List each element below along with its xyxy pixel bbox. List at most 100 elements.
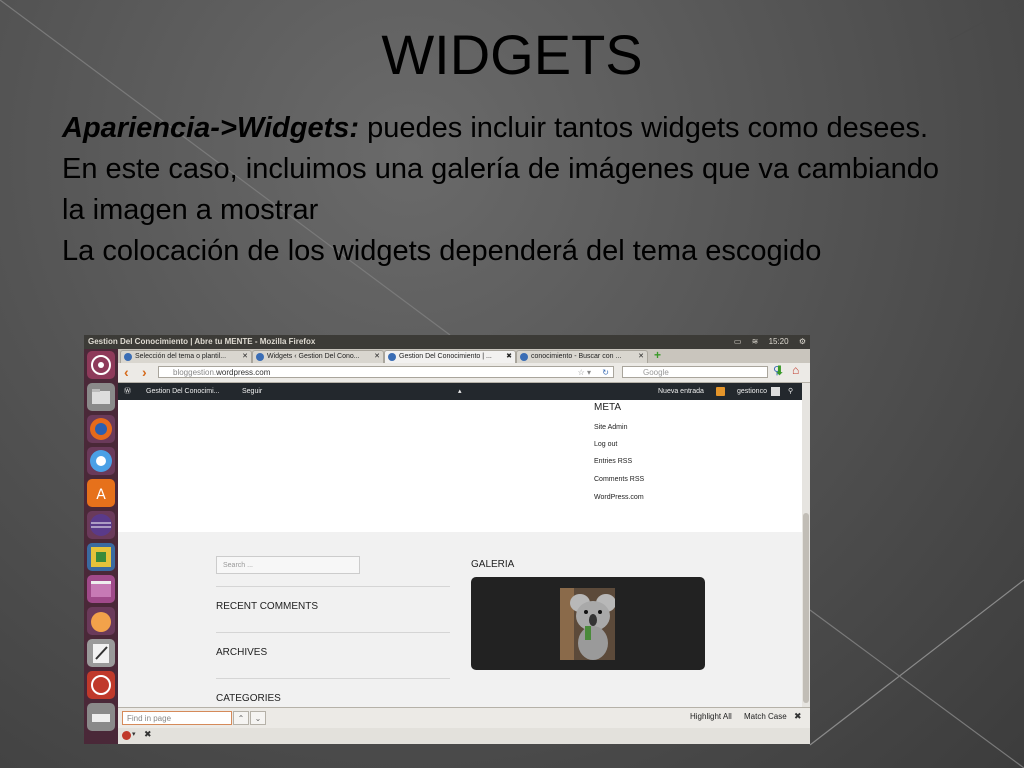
- files-icon[interactable]: [87, 383, 115, 411]
- tab-label: Selección del tema o plantil...: [135, 353, 227, 360]
- tab-search[interactable]: conocimiento - Buscar con ... ✕: [516, 350, 648, 363]
- chromium-icon[interactable]: [87, 447, 115, 475]
- back-icon[interactable]: ‹: [124, 364, 129, 380]
- meta-link-logout[interactable]: Log out: [594, 441, 617, 448]
- meta-widget-title: META: [594, 402, 622, 413]
- divider: [216, 632, 450, 633]
- find-placeholder: Find in page: [127, 714, 172, 723]
- bottle-icon[interactable]: [87, 607, 115, 635]
- workspace-icon[interactable]: [87, 575, 115, 603]
- close-icon[interactable]: ✕: [638, 351, 644, 363]
- battery-icon[interactable]: ▭: [734, 337, 742, 346]
- search-input[interactable]: Google ⚲: [622, 365, 781, 378]
- tab-label: Gestion Del Conocimiento | ...: [399, 353, 492, 360]
- recent-comments-title: RECENT COMMENTS: [216, 601, 319, 612]
- chevron-up-icon[interactable]: ▴: [458, 383, 462, 400]
- search-placeholder: Google: [643, 368, 669, 377]
- galeria-title: GALERIA: [471, 559, 515, 570]
- close-icon[interactable]: ✕: [242, 351, 248, 363]
- highlight-all-button[interactable]: Highlight All: [690, 712, 732, 721]
- gallery-widget: [471, 577, 705, 670]
- new-post-link[interactable]: Nueva entrada: [658, 383, 704, 400]
- google-icon: [520, 353, 528, 361]
- tab-theme[interactable]: Selección del tema o plantil... ✕: [120, 350, 252, 363]
- download-icon[interactable]: ⬇: [774, 363, 785, 379]
- divider: [216, 586, 450, 587]
- wordpress-admin-bar: Ⓦ Gestion Del Conocimi... Seguir ▴ Nueva…: [118, 383, 802, 400]
- slide-paragraph-3: La colocación de los widgets dependerá d…: [62, 235, 822, 267]
- archives-title: ARCHIVES: [216, 647, 268, 658]
- tab-widgets[interactable]: Widgets ‹ Gestion Del Cono... ✕: [252, 350, 384, 363]
- new-tab-icon[interactable]: +: [654, 349, 661, 362]
- url-bar[interactable]: bloggestion.wordpress.com ☆ ▾ ↻: [158, 366, 614, 378]
- blog-footer-upper: META Site Admin Log out Entries RSS Comm…: [118, 400, 802, 532]
- tab-bar: Selección del tema o plantil... ✕ Widgets…: [118, 349, 810, 363]
- meta-link-entries-rss[interactable]: Entries RSS: [594, 458, 632, 465]
- close-icon[interactable]: ✖: [144, 729, 152, 740]
- blog-page: META Site Admin Log out Entries RSS Comm…: [118, 400, 802, 707]
- meta-link-comments-rss[interactable]: Comments RSS: [594, 476, 644, 483]
- close-icon[interactable]: ✖: [506, 351, 512, 363]
- slide-body: Apariencia->Widgets: puedes incluir tant…: [62, 108, 962, 272]
- text-editor-icon[interactable]: [87, 639, 115, 667]
- avatar[interactable]: [771, 387, 780, 396]
- svg-text:A: A: [96, 487, 106, 503]
- addon-bar: ▾ ✖: [118, 728, 810, 744]
- software-center-icon[interactable]: A: [87, 479, 115, 507]
- forward-icon[interactable]: ›: [142, 364, 147, 380]
- divider: [216, 678, 450, 679]
- koala-photo[interactable]: [560, 588, 615, 660]
- dash-icon[interactable]: [87, 351, 115, 379]
- follow-link[interactable]: Seguir: [242, 383, 262, 400]
- nav-bar: ‹ › bloggestion.wordpress.com ☆ ▾ ↻ Google…: [118, 363, 810, 383]
- slide-text: puedes incluir tantos widgets como desee…: [359, 112, 929, 144]
- find-in-page-input[interactable]: Find in page: [122, 711, 232, 725]
- notifications-icon[interactable]: [716, 387, 725, 396]
- slide-emphasis: Apariencia->Widgets:: [62, 112, 360, 144]
- url-domain: wordpress.com: [216, 368, 271, 377]
- slide-paragraph-2: En este caso, incluimos una galería de i…: [62, 153, 939, 226]
- unity-launcher: A: [84, 349, 118, 744]
- meta-link-site-admin[interactable]: Site Admin: [594, 424, 627, 431]
- close-icon[interactable]: ✕: [374, 351, 380, 363]
- user-link[interactable]: gestionco: [737, 383, 767, 400]
- chevron-down-icon[interactable]: ▾: [132, 730, 136, 738]
- network-icon[interactable]: [87, 543, 115, 571]
- page-scrollbar[interactable]: [802, 383, 810, 707]
- search-icon[interactable]: ⚲: [788, 383, 793, 400]
- bookmark-star-icon[interactable]: ☆ ▾: [578, 367, 591, 379]
- drive-icon[interactable]: [87, 703, 115, 731]
- wordpress-icon: [388, 353, 396, 361]
- tab-label: conocimiento - Buscar con ...: [531, 353, 622, 360]
- close-icon[interactable]: ✖: [794, 711, 802, 722]
- page-icon: [124, 353, 132, 361]
- adblock-icon[interactable]: [122, 731, 131, 740]
- meta-link-wordpress[interactable]: WordPress.com: [594, 494, 644, 501]
- find-previous-button[interactable]: ⌃: [233, 711, 249, 725]
- widget-search-placeholder: Search ...: [223, 562, 253, 569]
- widget-search-input[interactable]: Search ...: [216, 556, 360, 574]
- browser-screenshot: Gestion Del Conocimiento | Abre tu MENTE…: [84, 335, 810, 744]
- gear-icon[interactable]: ⚙: [799, 337, 806, 346]
- clock[interactable]: 15:20: [769, 337, 789, 346]
- wordpress-icon: [256, 353, 264, 361]
- find-next-button[interactable]: ⌄: [250, 711, 266, 725]
- panel-indicators: ▭ ≋ 15:20 ⚙: [726, 335, 806, 349]
- slide-paragraph-1: Apariencia->Widgets: puedes incluir tant…: [62, 108, 962, 149]
- wifi-icon[interactable]: ≋: [752, 337, 759, 346]
- categories-title: CATEGORIES: [216, 693, 281, 704]
- eclipse-icon[interactable]: [87, 511, 115, 539]
- scrollbar-thumb[interactable]: [803, 513, 809, 703]
- reload-icon[interactable]: ↻: [602, 367, 609, 379]
- office-icon[interactable]: [87, 671, 115, 699]
- firefox-icon[interactable]: [87, 415, 115, 443]
- match-case-button[interactable]: Match Case: [744, 712, 787, 721]
- tab-label: Widgets ‹ Gestion Del Cono...: [267, 353, 360, 360]
- window-title: Gestion Del Conocimiento | Abre tu MENTE…: [88, 337, 316, 346]
- tab-blog[interactable]: Gestion Del Conocimiento | ... ✖: [384, 350, 516, 363]
- home-icon[interactable]: ⌂: [792, 363, 799, 377]
- find-bar: Find in page ⌃ ⌄ Highlight All Match Cas…: [118, 707, 810, 728]
- wordpress-logo-icon[interactable]: Ⓦ: [124, 383, 131, 400]
- url-host: bloggestion.: [173, 368, 217, 377]
- site-name-link[interactable]: Gestion Del Conocimi...: [146, 383, 220, 400]
